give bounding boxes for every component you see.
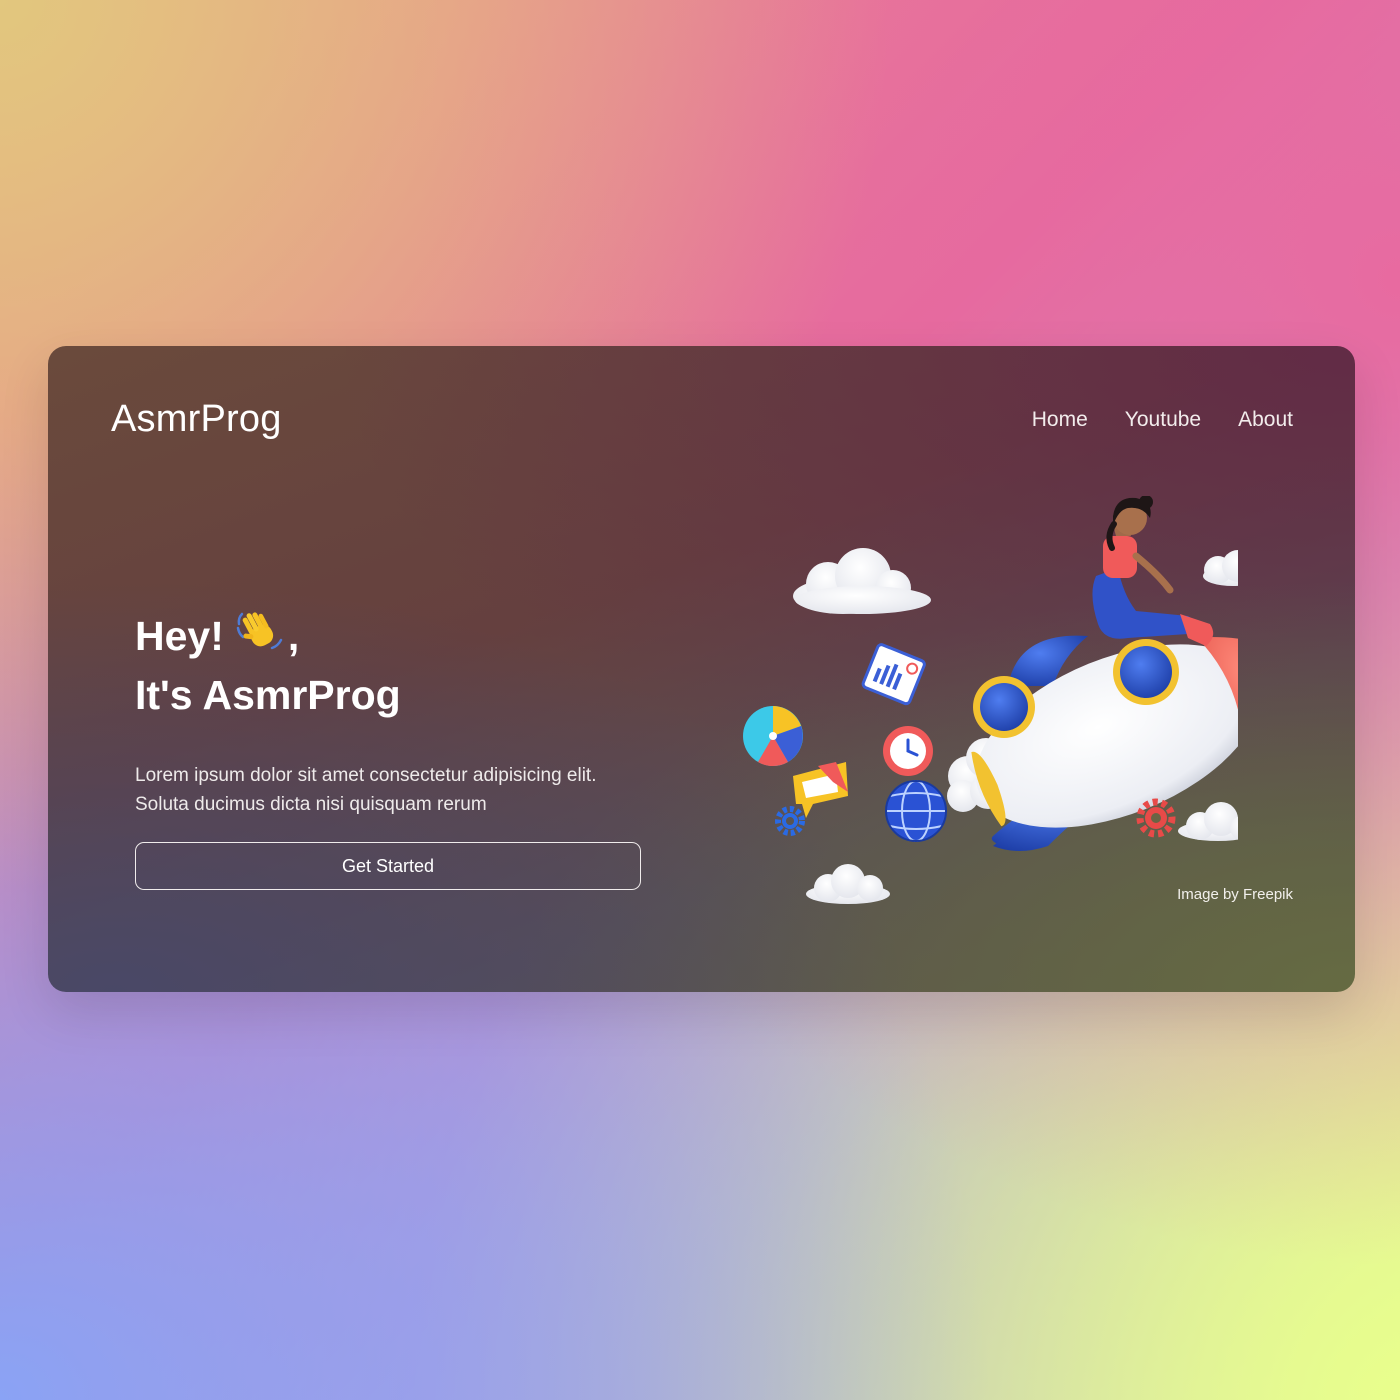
hero-heading: Hey! , It's AsmrProg (135, 608, 665, 723)
image-credit[interactable]: Image by Freepik (1177, 886, 1293, 903)
girl-rider-icon (1092, 495, 1214, 646)
nav-item-home[interactable]: Home (1032, 408, 1088, 432)
clock-icon (883, 726, 933, 776)
cloud-icon (1203, 550, 1267, 586)
nav-item-about[interactable]: About (1238, 408, 1293, 432)
rocket-window-icon (1113, 639, 1179, 705)
brand-logo[interactable]: AsmrProg (111, 398, 282, 441)
hero-description: Lorem ipsum dolor sit amet consectetur a… (135, 761, 665, 819)
hero-text: Hey! , It's AsmrProg Lorem ipsum dolor s… (135, 608, 665, 819)
main-nav: Home Youtube About (1032, 408, 1293, 432)
cloud-icon (1178, 802, 1258, 841)
document-chart-icon (861, 643, 926, 706)
cloud-icon (793, 548, 931, 614)
hero-description-line-2: Soluta ducimus dicta nisi quisquam rerum (135, 794, 487, 815)
rocket-window-icon (973, 676, 1035, 738)
chat-bubble-icon (793, 762, 848, 818)
nav-item-youtube[interactable]: Youtube (1125, 408, 1201, 432)
hero-description-line-1: Lorem ipsum dolor sit amet consectetur a… (135, 765, 597, 786)
greeting-suffix: , (287, 613, 300, 659)
globe-icon (885, 780, 947, 842)
hero-card: AsmrProg Home Youtube About Hey! , It's … (48, 346, 1355, 992)
waving-hand-icon (236, 608, 284, 668)
greeting-text: Hey! (135, 613, 224, 659)
gear-icon (775, 806, 805, 836)
hero-title: It's AsmrProg (135, 672, 401, 718)
get-started-button[interactable]: Get Started (135, 842, 641, 890)
cloud-icon (806, 864, 890, 904)
girl-on-rocket-illustration (718, 495, 1292, 916)
pie-chart-icon (743, 706, 803, 767)
